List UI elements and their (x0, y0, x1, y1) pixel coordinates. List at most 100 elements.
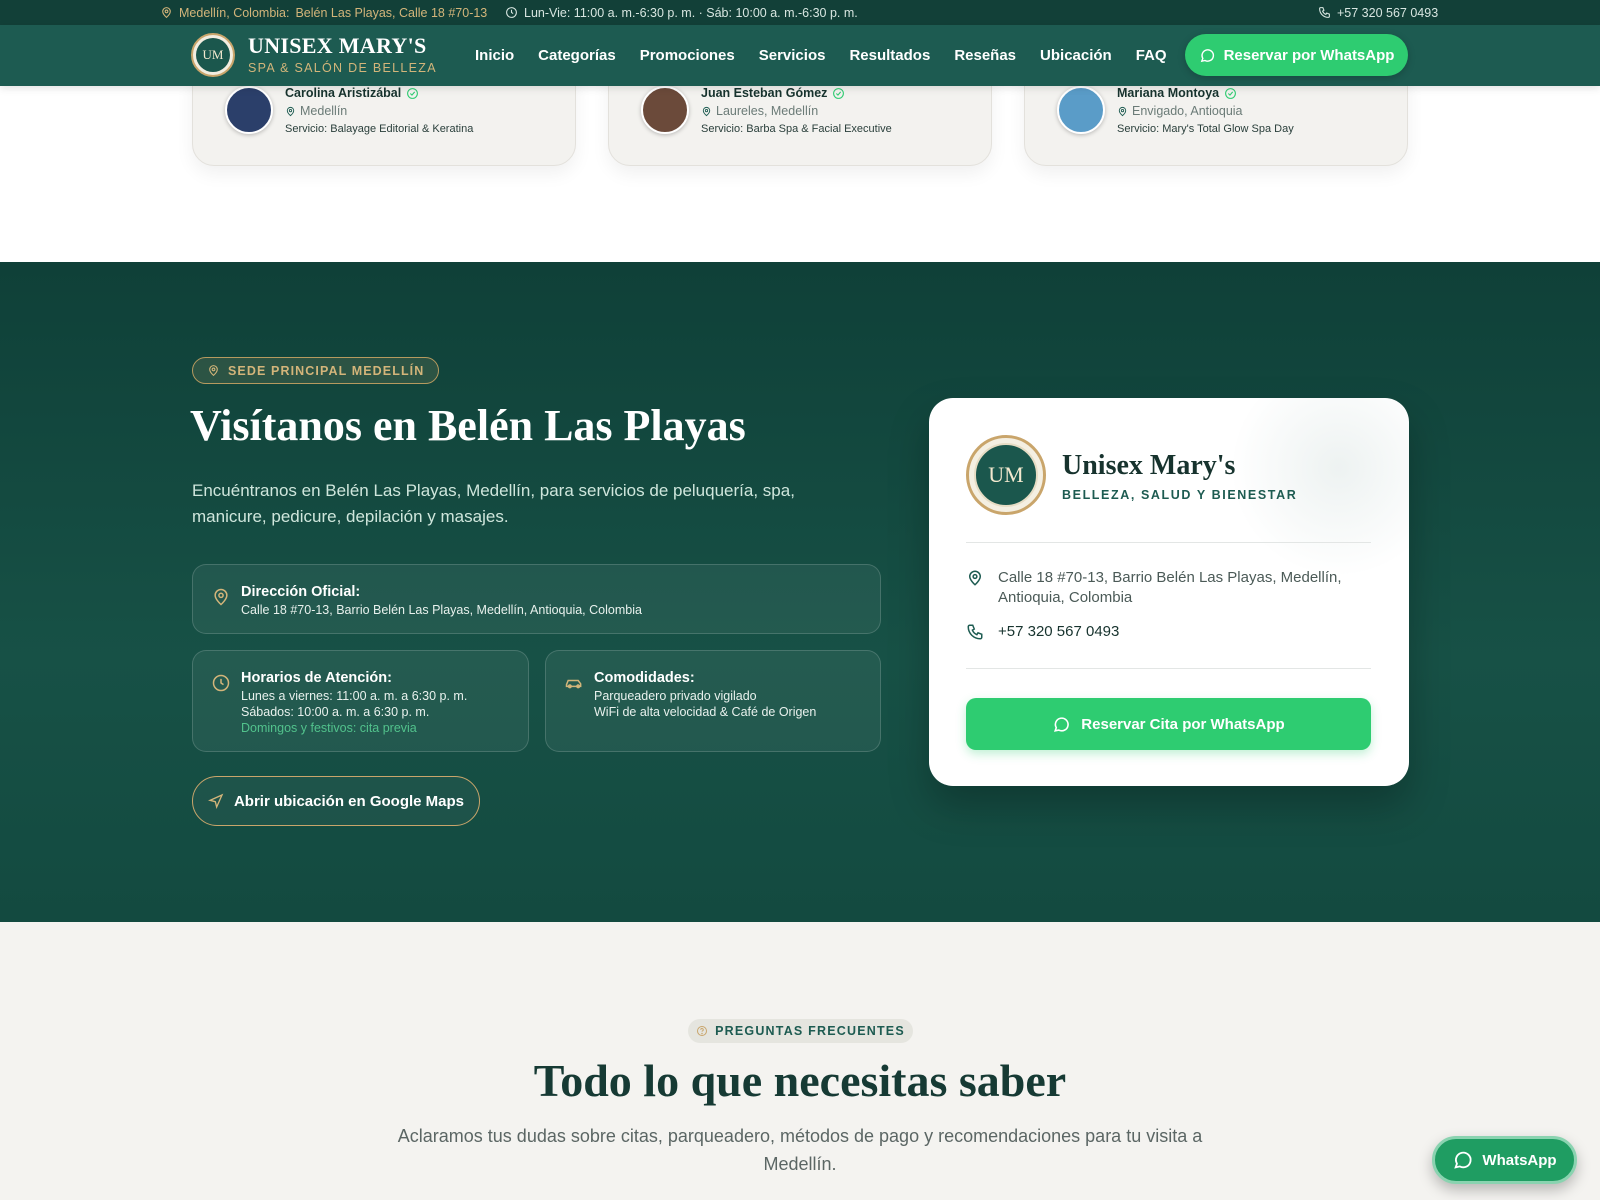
logo[interactable]: UM (191, 33, 235, 77)
google-maps-label: Abrir ubicación en Google Maps (233, 792, 465, 810)
address-card: Dirección Oficial: Calle 18 #70-13, Barr… (192, 564, 881, 634)
clock-icon (211, 673, 231, 693)
reviewer-location: Envigado, Antioquia (1117, 104, 1243, 118)
contact-phone-text: +57 320 567 0493 (998, 623, 1120, 640)
reviewer-name-text: Juan Esteban Gómez (701, 86, 828, 100)
reviewer-location: Laureles, Medellín (701, 104, 818, 118)
topbar-phone-text: +57 320 567 0493 (1337, 5, 1439, 20)
faq-title: Todo lo que necesitas saber (533, 1055, 1067, 1106)
address-line: Calle 18 #70-13, Barrio Belén Las Playas… (241, 603, 642, 617)
navigation-arrow-icon (207, 793, 224, 809)
divider (966, 668, 1371, 669)
site-header: UM UNISEX MARY'S SPA & SALÓN DE BELLEZA … (0, 25, 1600, 86)
faq-badge: PREGUNTAS FRECUENTES (688, 1019, 913, 1043)
phone-icon (967, 624, 983, 640)
location-section: SEDE PRINCIPAL MEDELLÍN Visítanos en Bel… (0, 262, 1600, 922)
whatsapp-icon (1200, 48, 1214, 62)
nav-item-faq[interactable]: FAQ (1136, 47, 1167, 64)
reviewer-service: Servicio: Mary's Total Glow Spa Day (1117, 123, 1294, 135)
topbar-location: Medellín, Colombia: Belén Las Playas, Ca… (160, 0, 487, 25)
verified-check-icon (1225, 87, 1237, 99)
contact-logo-initials: UM (974, 443, 1038, 507)
hours-saturday: Sábados: 10:00 a. m. a 6:30 p. m. (241, 705, 430, 719)
phone-icon (1319, 7, 1330, 18)
reviewer-name: Mariana Montoya (1117, 86, 1237, 100)
contact-tagline: BELLEZA, SALUD Y BIENESTAR (1062, 488, 1298, 502)
whatsapp-reserve-button[interactable]: Reservar por WhatsApp (1185, 34, 1408, 76)
nav-item-categorias[interactable]: Categorías (538, 47, 616, 64)
reviewer-name-text: Mariana Montoya (1117, 86, 1220, 100)
amenities-heading: Comodidades: (594, 670, 695, 686)
contact-card: UM Unisex Mary's BELLEZA, SALUD Y BIENES… (929, 398, 1409, 786)
contact-name: Unisex Mary's (1062, 450, 1236, 481)
nav-item-resultados[interactable]: Resultados (849, 47, 930, 64)
avatar (225, 86, 273, 134)
amenity-parking: Parqueadero privado vigilado (594, 689, 757, 703)
nav-item-promociones[interactable]: Promociones (640, 47, 735, 64)
topbar-location-label: Medellín, Colombia: (179, 5, 290, 20)
contact-logo: UM (966, 435, 1046, 515)
floating-whatsapp-label: WhatsApp (1482, 1151, 1557, 1169)
brand-subtitle: SPA & SALÓN DE BELLEZA (248, 61, 437, 75)
whatsapp-appointment-button[interactable]: Reservar Cita por WhatsApp (966, 698, 1371, 750)
address-heading: Dirección Oficial: (241, 584, 361, 600)
contact-address-text: Calle 18 #70-13, Barrio Belén Las Playas… (998, 569, 1342, 606)
location-badge-text: SEDE PRINCIPAL MEDELLÍN (228, 363, 425, 378)
faq-description: Aclaramos tus dudas sobre citas, parquea… (397, 1126, 1203, 1174)
topbar-hours: Lun-Vie: 11:00 a. m.-6:30 p. m. · Sáb: 1… (505, 0, 858, 25)
topbar-location-address: Belén Las Playas, Calle 18 #70-13 (295, 5, 488, 20)
map-pin-icon (162, 7, 171, 19)
map-pin-icon (968, 570, 982, 586)
main-nav: Inicio Categorías Promociones Servicios … (475, 25, 1167, 86)
location-description: Encuéntranos en Belén Las Playas, Medell… (192, 481, 795, 526)
map-pin-icon (702, 106, 711, 116)
hours-weekdays: Lunes a viernes: 11:00 a. m. a 6:30 p. m… (241, 689, 468, 703)
car-icon (564, 673, 584, 693)
map-pin-icon (209, 365, 218, 377)
brand-title[interactable]: UNISEX MARY'S (248, 33, 427, 59)
top-info-bar: Medellín, Colombia: Belén Las Playas, Ca… (0, 0, 1600, 25)
faq-badge-text: PREGUNTAS FRECUENTES (715, 1024, 905, 1038)
amenity-wifi: WiFi de alta velocidad & Café de Origen (594, 705, 817, 719)
location-badge: SEDE PRINCIPAL MEDELLÍN (192, 357, 440, 384)
avatar (641, 86, 689, 134)
topbar-phone[interactable]: +57 320 567 0493 (1318, 0, 1438, 25)
map-pin-icon (211, 587, 231, 607)
reviewer-location-text: Laureles, Medellín (716, 104, 819, 118)
reviewer-location-text: Medellín (300, 104, 348, 118)
whatsapp-reserve-label: Reservar por WhatsApp (1223, 46, 1395, 64)
contact-address: Calle 18 #70-13, Barrio Belén Las Playas… (966, 568, 1346, 608)
map-pin-icon (1118, 106, 1127, 116)
faq-section: PREGUNTAS FRECUENTES Todo lo que necesit… (0, 922, 1600, 1200)
clock-icon (506, 7, 517, 18)
hours-card: Horarios de Atención: Lunes a viernes: 1… (192, 650, 529, 752)
divider (966, 542, 1371, 543)
nav-item-resenas[interactable]: Reseñas (954, 47, 1016, 64)
nav-item-inicio[interactable]: Inicio (475, 47, 514, 64)
logo-initials: UM (196, 38, 230, 72)
topbar-hours-text: Lun-Vie: 11:00 a. m.-6:30 p. m. · Sáb: 1… (524, 5, 858, 20)
reviewer-location-text: Envigado, Antioquia (1132, 104, 1243, 118)
nav-item-servicios[interactable]: Servicios (759, 47, 826, 64)
nav-item-ubicacion[interactable]: Ubicación (1040, 47, 1112, 64)
reviewer-service: Servicio: Balayage Editorial & Keratina (285, 123, 474, 135)
avatar (1057, 86, 1105, 134)
verified-check-icon (833, 87, 845, 99)
whatsapp-icon (1454, 1151, 1472, 1169)
reviewer-name-text: Carolina Aristizábal (285, 86, 402, 100)
question-circle-icon (697, 1026, 708, 1036)
reviewer-name: Juan Esteban Gómez (701, 86, 845, 100)
verified-check-icon (407, 87, 419, 99)
contact-phone[interactable]: +57 320 567 0493 (966, 622, 1119, 642)
reviewer-location: Medellín (285, 104, 347, 118)
amenities-card: Comodidades: Parqueadero privado vigilad… (545, 650, 881, 752)
google-maps-button[interactable]: Abrir ubicación en Google Maps (192, 776, 480, 826)
location-title: Visítanos en Belén Las Playas (190, 401, 746, 450)
reviewer-name: Carolina Aristizábal (285, 86, 419, 100)
hours-sunday: Domingos y festivos: cita previa (241, 721, 417, 735)
reviewer-service: Servicio: Barba Spa & Facial Executive (701, 123, 892, 135)
whatsapp-icon (1054, 716, 1070, 732)
hours-heading: Horarios de Atención: (241, 670, 392, 686)
whatsapp-appointment-label: Reservar Cita por WhatsApp (1081, 715, 1285, 733)
floating-whatsapp-button[interactable]: WhatsApp (1432, 1136, 1577, 1184)
